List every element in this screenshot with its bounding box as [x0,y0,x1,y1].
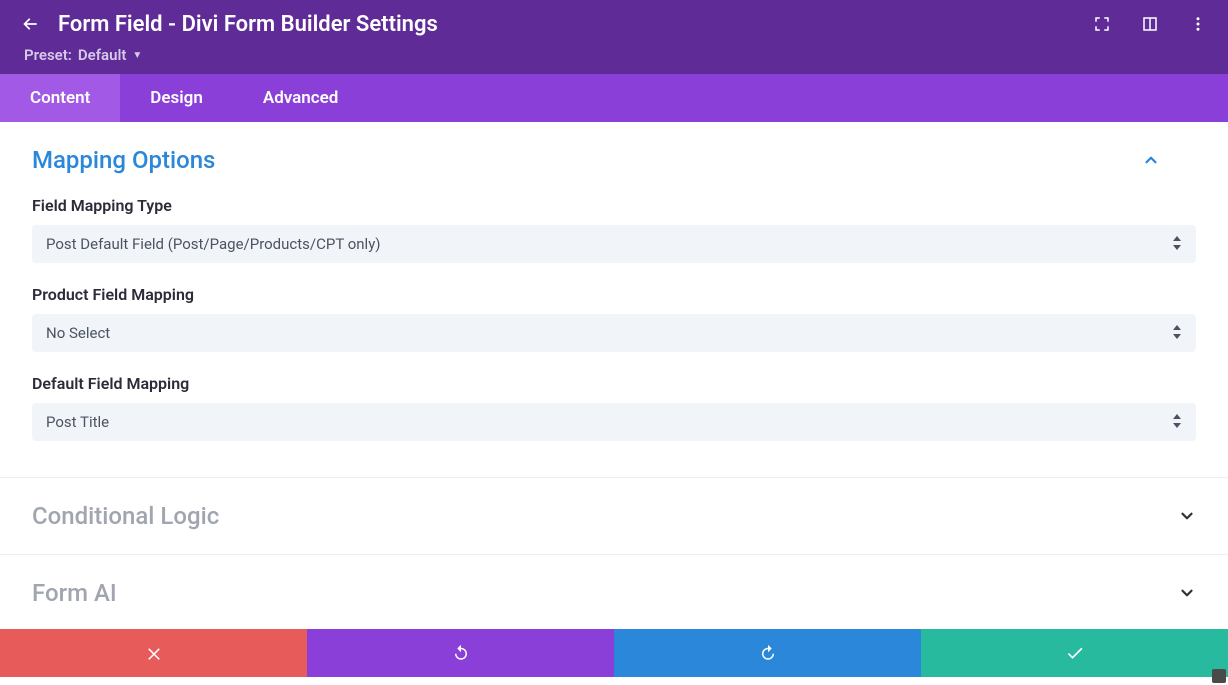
select-sort-icon [1172,235,1182,254]
header-right [1092,14,1208,34]
preset-selector[interactable]: Preset: Default ▼ [20,46,1208,64]
field-label: Default Field Mapping [32,374,1196,393]
more-vertical-icon[interactable] [1188,14,1208,34]
section-header[interactable]: Mapping Options [32,146,1196,174]
section-mapping-options: Mapping Options Field Mapping Type Post … [0,122,1228,478]
section-title-mapping: Mapping Options [32,146,215,174]
field-label: Field Mapping Type [32,196,1196,215]
redo-button[interactable] [614,629,921,677]
select-product-field-mapping[interactable]: No Select [32,314,1196,352]
settings-body: Mapping Options Field Mapping Type Post … [0,122,1228,629]
select-field-mapping-type[interactable]: Post Default Field (Post/Page/Products/C… [32,225,1196,263]
caret-down-icon: ▼ [132,50,142,61]
header-row: Form Field - Divi Form Builder Settings [20,8,1208,40]
select-default-field-mapping[interactable]: Post Title [32,403,1196,441]
tab-content[interactable]: Content [0,74,120,122]
chevron-down-icon[interactable] [1178,584,1196,602]
cancel-button[interactable] [0,629,307,677]
section-title-form-ai: Form AI [32,579,117,607]
preset-label: Preset: [24,46,72,64]
tab-advanced[interactable]: Advanced [233,74,369,122]
tab-design[interactable]: Design [120,74,233,122]
section-conditional-logic[interactable]: Conditional Logic [0,478,1228,555]
section-actions [1178,507,1196,525]
select-value: Post Default Field (Post/Page/Products/C… [46,235,381,253]
back-arrow-icon[interactable] [20,14,40,34]
modal-title: Form Field - Divi Form Builder Settings [58,12,438,37]
select-sort-icon [1172,413,1182,432]
columns-icon[interactable] [1140,14,1160,34]
select-value: No Select [46,324,110,342]
section-header: Conditional Logic [32,502,1196,530]
more-vertical-icon[interactable] [1176,150,1196,170]
save-button[interactable] [921,629,1228,677]
field-product-mapping: Product Field Mapping No Select [32,285,1196,352]
field-label: Product Field Mapping [32,285,1196,304]
section-actions [1178,584,1196,602]
select-value: Post Title [46,413,109,431]
undo-button[interactable] [307,629,614,677]
field-mapping-type: Field Mapping Type Post Default Field (P… [32,196,1196,263]
section-actions [1142,150,1196,170]
section-title-conditional: Conditional Logic [32,502,219,530]
chevron-down-icon[interactable] [1178,507,1196,525]
header-left: Form Field - Divi Form Builder Settings [20,12,438,37]
modal-header: Form Field - Divi Form Builder Settings … [0,0,1228,74]
field-default-mapping: Default Field Mapping Post Title [32,374,1196,441]
chevron-up-icon[interactable] [1142,151,1160,169]
scan-icon[interactable] [1092,14,1112,34]
footer-actions [0,629,1228,677]
preset-value: Default [78,46,127,64]
resize-handle-icon[interactable] [1212,669,1226,683]
tabs-bar: Content Design Advanced [0,74,1228,122]
section-header: Form AI [32,579,1196,607]
section-form-ai[interactable]: Form AI [0,555,1228,629]
select-sort-icon [1172,324,1182,343]
